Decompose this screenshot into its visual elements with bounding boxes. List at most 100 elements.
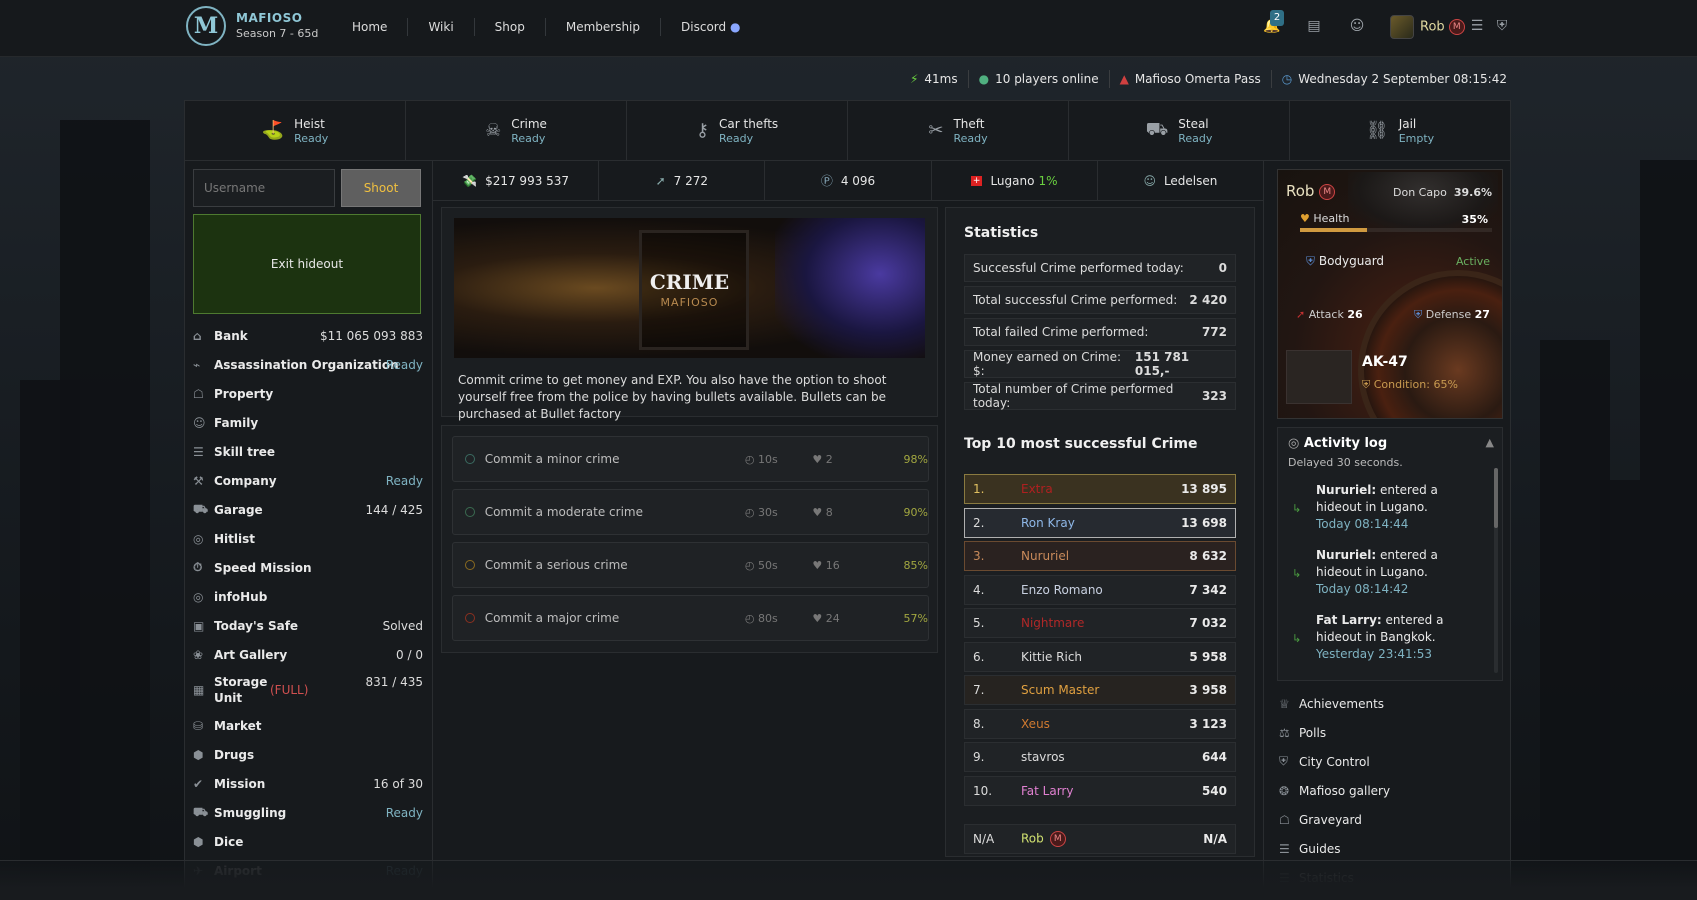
status-dot — [465, 613, 475, 623]
top10-row[interactable]: 9. stavros 644 — [964, 742, 1236, 772]
menu-item-smuggling[interactable]: ⛟ Smuggling Ready — [193, 798, 423, 827]
messages-icon[interactable]: ▤ — [1304, 16, 1324, 36]
top10-rank: 8. — [973, 716, 985, 731]
activity-user[interactable]: Fat Larry: — [1316, 613, 1382, 627]
top10-name[interactable]: Nightmare — [1021, 616, 1189, 630]
menu-item-speed-mission[interactable]: ⏱ Speed Mission — [193, 553, 423, 582]
top10-rank: 5. — [973, 616, 985, 630]
menu-item-skill-tree[interactable]: ☰ Skill tree — [193, 437, 423, 466]
top10-row[interactable]: 10. Fat Larry 540 — [964, 775, 1236, 806]
collapse-icon[interactable]: ▲ — [1486, 436, 1494, 449]
shield-icon[interactable]: ⛨ — [1492, 16, 1512, 36]
right-menu-mafioso-gallery[interactable]: ❂ Mafioso gallery — [1279, 776, 1503, 805]
menu-item-art-gallery[interactable]: ❀ Art Gallery 0 / 0 — [193, 640, 423, 669]
menu-item-dice[interactable]: ⬢ Dice — [193, 827, 423, 856]
top10-name[interactable]: Ron Kray — [1021, 516, 1181, 530]
crime-description: Commit crime to get money and EXP. You a… — [458, 373, 887, 421]
nav-membership[interactable]: Membership — [546, 18, 662, 36]
action-jail[interactable]: ⛓ Jail Empty — [1290, 101, 1510, 160]
right-menu-polls[interactable]: ⚖ Polls — [1279, 718, 1503, 747]
menu-item-storage-unit[interactable]: ▦ Storage Unit (FULL) 831 / 435 — [193, 669, 423, 711]
right-menu-city-control[interactable]: ⛨ City Control — [1279, 747, 1503, 776]
crime-icon: ☠ — [485, 120, 502, 141]
attack-row: ➚ Attack 26 — [1296, 308, 1363, 321]
mafioso-logo[interactable]: M — [186, 6, 226, 46]
menu-item-drugs[interactable]: ⬢ Drugs — [193, 740, 423, 769]
time-cell: ◴ 50s — [745, 559, 812, 572]
user-menu[interactable]: Rob M — [1420, 19, 1465, 35]
right-menu-graveyard[interactable]: ☖ Graveyard — [1279, 805, 1503, 834]
top10-name[interactable]: Nururiel — [1021, 549, 1189, 563]
family-stat[interactable]: ☺ Ledelsen — [1098, 161, 1263, 200]
reward-cell: ♥ 16 — [812, 559, 889, 572]
pass-label: Mafioso Omerta Pass — [1134, 72, 1261, 86]
avatar[interactable] — [1390, 15, 1414, 39]
action-crime[interactable]: ☠ Crime Ready — [406, 101, 627, 160]
top10-name[interactable]: Extra — [1021, 482, 1181, 496]
main-panel: ⛳ Heist Ready ☠ Crime Ready ⚷ Car thefts Ready ✂ T… — [184, 100, 1511, 900]
action-text: Crime Ready — [511, 117, 547, 145]
shoot-button[interactable]: Shoot — [341, 169, 421, 207]
action-heist[interactable]: ⛳ Heist Ready — [185, 101, 406, 160]
nav-shop[interactable]: Shop — [475, 18, 546, 36]
menu-item-assassination-organization[interactable]: ⌁ Assassination Organization Ready — [193, 350, 423, 379]
menu-item-mission[interactable]: ✔ Mission 16 of 30 — [193, 769, 423, 798]
action-theft[interactable]: ✂ Theft Ready — [848, 101, 1069, 160]
top10-row[interactable]: 3. Nururiel 8 632 — [964, 541, 1236, 571]
menu-item-bank[interactable]: ⌂ Bank $11 065 093 883 — [193, 321, 423, 350]
health-label: Health — [1313, 212, 1350, 225]
top10-value: 5 958 — [1189, 649, 1227, 664]
top10-name[interactable]: Enzo Romano — [1021, 583, 1189, 597]
menu-item-company[interactable]: ⚒ Company Ready — [193, 466, 423, 495]
top10-name[interactable]: stavros — [1021, 750, 1202, 764]
discord-label: Discord — [681, 20, 727, 34]
top10-row[interactable]: 1. Extra 13 895 — [964, 474, 1236, 504]
nav-wiki[interactable]: Wiki — [408, 18, 475, 36]
menu-item-property[interactable]: ☖ Property — [193, 379, 423, 408]
nav-discord[interactable]: Discord ● — [661, 18, 760, 36]
top10-row[interactable]: 5. Nightmare 7 032 — [964, 608, 1236, 638]
nav-home[interactable]: Home — [332, 18, 409, 36]
crime-option[interactable]: Commit a moderate crime ◴ 30s ♥ 8 90% — [452, 489, 929, 535]
exit-hideout-button[interactable]: Exit hideout — [193, 214, 421, 314]
friends-icon[interactable]: ☺ — [1347, 16, 1367, 36]
menu-item-garage[interactable]: ⛟ Garage 144 / 425 — [193, 495, 423, 524]
crime-option[interactable]: Commit a serious crime ◴ 50s ♥ 16 85% — [452, 542, 929, 588]
menu-item-hitlist[interactable]: ◎ Hitlist — [193, 524, 423, 553]
menu-item-family[interactable]: ☺ Family — [193, 408, 423, 437]
action-steal[interactable]: ⛟ Steal Ready — [1069, 101, 1290, 160]
menu-item-infohub[interactable]: ◎ infoHub — [193, 582, 423, 611]
menu-icon[interactable]: ☰ — [1467, 16, 1487, 36]
activity-user[interactable]: Nururiel: — [1316, 483, 1376, 497]
activity-scrollbar[interactable] — [1494, 468, 1498, 673]
top10-name[interactable]: Scum Master — [1021, 683, 1189, 697]
top10-name[interactable]: Xeus — [1021, 717, 1189, 731]
action-car-thefts[interactable]: ⚷ Car thefts Ready — [627, 101, 848, 160]
city-control-icon: ⛨ — [1279, 754, 1289, 768]
right-menu-guides[interactable]: ☰ Guides — [1279, 834, 1503, 863]
activity-user[interactable]: Nururiel: — [1316, 548, 1376, 562]
profile-name[interactable]: Rob — [1286, 182, 1314, 200]
top10-row[interactable]: 2. Ron Kray 13 698 — [964, 507, 1236, 538]
top10-row[interactable]: 6. Kittie Rich 5 958 — [964, 641, 1236, 672]
crime-option[interactable]: Commit a major crime ◴ 80s ♥ 24 57% — [452, 595, 929, 641]
right-menu-achievements[interactable]: ♕ Achievements — [1279, 689, 1503, 718]
top10-row[interactable]: 8. Xeus 3 123 — [964, 708, 1236, 739]
omerta-pass[interactable]: ▲ Mafioso Omerta Pass — [1110, 70, 1272, 88]
activity-time: Today 08:14:42 — [1316, 582, 1409, 596]
crime-option-label: Commit a moderate crime — [484, 505, 643, 519]
my-name[interactable]: Rob — [1021, 832, 1044, 846]
top10-name[interactable]: Fat Larry — [1021, 784, 1202, 798]
discord-icon: ● — [729, 20, 741, 34]
top10-name[interactable]: Kittie Rich — [1021, 650, 1189, 664]
top10-row[interactable]: 7. Scum Master 3 958 — [964, 675, 1236, 705]
crime-option[interactable]: Commit a minor crime ◴ 10s ♥ 2 98% — [452, 436, 929, 482]
menu-item-market[interactable]: ⛁ Market — [193, 711, 423, 740]
top10-value: 8 632 — [1189, 549, 1227, 563]
menu-item-today-s-safe[interactable]: ▣ Today's Safe Solved — [193, 611, 423, 640]
top10-row[interactable]: 4. Enzo Romano 7 342 — [964, 574, 1236, 605]
action-bar: ⛳ Heist Ready ☠ Crime Ready ⚷ Car thefts Ready ✂ T… — [185, 101, 1510, 161]
city-stat[interactable]: + Lugano 1% — [932, 161, 1098, 200]
username-input[interactable]: Username — [193, 169, 335, 207]
players-online[interactable]: ● 10 players online — [969, 70, 1110, 88]
